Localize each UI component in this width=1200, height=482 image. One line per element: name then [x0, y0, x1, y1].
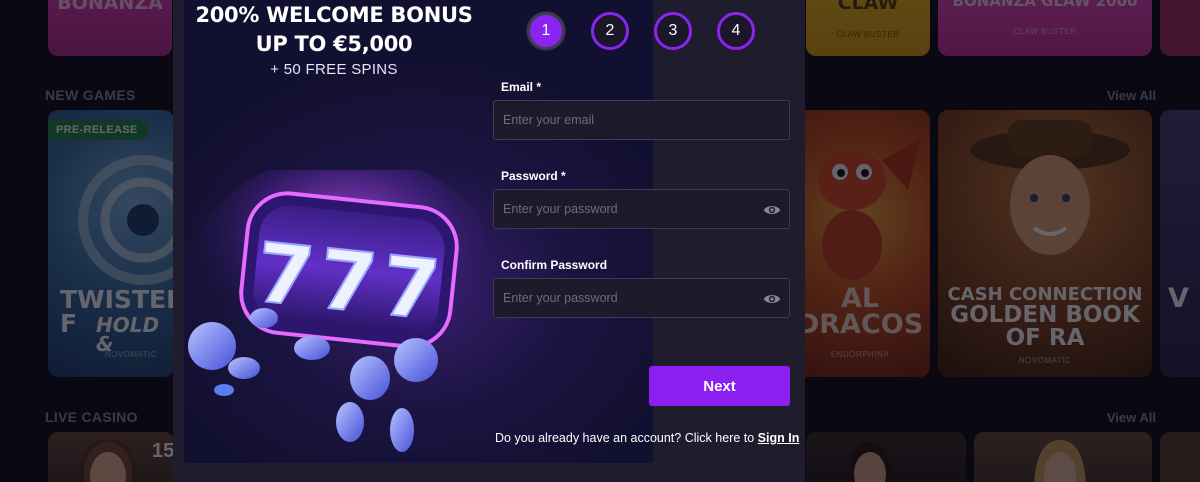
dragon-icon: [818, 140, 920, 280]
game-tile-provider: CLAW BUSTER: [836, 30, 900, 39]
game-tile-partial[interactable]: V: [1160, 110, 1200, 377]
game-tile-bonanza-claw[interactable]: BONANZA GLAW 2000 CLAW BUSTER: [938, 0, 1152, 56]
game-tile-title: AL DRACOS: [796, 283, 924, 340]
game-tile-provider: NOVOMATIC: [104, 350, 158, 359]
free-spins-text: + 50 FREE SPINS: [270, 61, 398, 78]
game-tile-title: OF RA: [1005, 325, 1085, 351]
game-tile-title: CLAW: [837, 0, 899, 14]
view-all-link[interactable]: View All: [1107, 88, 1156, 103]
welcome-bonus-banner: 200% WELCOME BONUS UP TO €5,000 + 50 FRE…: [184, 0, 653, 463]
dealer-icon: [846, 442, 894, 482]
live-casino-tile[interactable]: [1160, 432, 1200, 482]
password-field[interactable]: [494, 190, 789, 228]
registration-steps: 1 2 3 4: [527, 12, 767, 52]
game-tile-title: GOLDEN BOOK: [950, 302, 1140, 328]
confirm-password-field[interactable]: [494, 279, 789, 317]
step-3[interactable]: 3: [654, 12, 692, 50]
next-button[interactable]: Next: [649, 366, 790, 406]
live-casino-tile[interactable]: 15: [48, 432, 174, 482]
confirm-password-label: Confirm Password: [501, 258, 608, 272]
game-tile-title: BONANZA: [57, 0, 163, 14]
game-tile-provider: CLAW BUSTER: [1013, 27, 1077, 36]
live-casino-tile[interactable]: [806, 432, 966, 482]
slot-machine-illustration: 777: [188, 170, 484, 452]
game-tile-twister[interactable]: PRE-RELEASE TWISTER F HOLD & NOVOMATIC: [48, 110, 174, 377]
password-label: Password *: [501, 169, 566, 183]
step-2[interactable]: 2: [591, 12, 629, 50]
game-tile-title: V: [1168, 283, 1189, 314]
dealer-icon: [1034, 440, 1086, 482]
confirm-password-field-wrapper: [493, 278, 790, 318]
show-password-icon[interactable]: [763, 201, 781, 219]
email-label: Email *: [501, 80, 542, 94]
view-all-link[interactable]: View All: [1107, 410, 1156, 425]
game-tile-title: CASH CONNECTION: [947, 284, 1143, 305]
show-password-icon[interactable]: [763, 290, 781, 308]
game-tile-bonanza[interactable]: BONANZA: [48, 0, 172, 56]
pre-release-badge: PRE-RELEASE: [48, 120, 148, 140]
signin-prompt-text: Do you already have an account? Click he…: [495, 431, 755, 445]
bonus-headline: 200% WELCOME BONUS: [195, 3, 473, 27]
email-field[interactable]: [494, 101, 789, 139]
game-tile-partial[interactable]: [1160, 0, 1200, 56]
adventurer-icon: [970, 120, 1130, 255]
game-tile-subtitle: HOLD &: [96, 313, 160, 356]
email-field-wrapper: [493, 100, 790, 140]
game-tile-title: BONANZA GLAW 2000: [952, 0, 1138, 10]
live-casino-tile[interactable]: [974, 432, 1152, 482]
registration-modal: 200% WELCOME BONUS UP TO €5,000 + 50 FRE…: [173, 0, 805, 482]
signin-link[interactable]: Sign In: [758, 431, 800, 445]
signin-prompt: Do you already have an account? Click he…: [495, 431, 799, 445]
bonus-amount: UP TO €5,000: [255, 32, 413, 56]
section-title-live-casino: LIVE CASINO: [45, 409, 138, 425]
game-tile-provider: NOVOMATIC: [1018, 356, 1072, 365]
game-tile-golden-book[interactable]: CASH CONNECTION GOLDEN BOOK OF RA NOVOMA…: [938, 110, 1152, 377]
step-1[interactable]: 1: [527, 12, 565, 50]
step-4[interactable]: 4: [717, 12, 755, 50]
section-title-new-games: NEW GAMES: [45, 87, 136, 103]
reel-777: 777: [252, 226, 450, 340]
live-table-number: 15: [152, 440, 174, 462]
password-field-wrapper: [493, 189, 790, 229]
game-tile-claw[interactable]: CLAW CLAW BUSTER: [806, 0, 930, 56]
game-tile-provider: ENDORPHINA: [830, 350, 890, 359]
game-tile-dracos[interactable]: AL DRACOS ENDORPHINA: [790, 110, 930, 377]
